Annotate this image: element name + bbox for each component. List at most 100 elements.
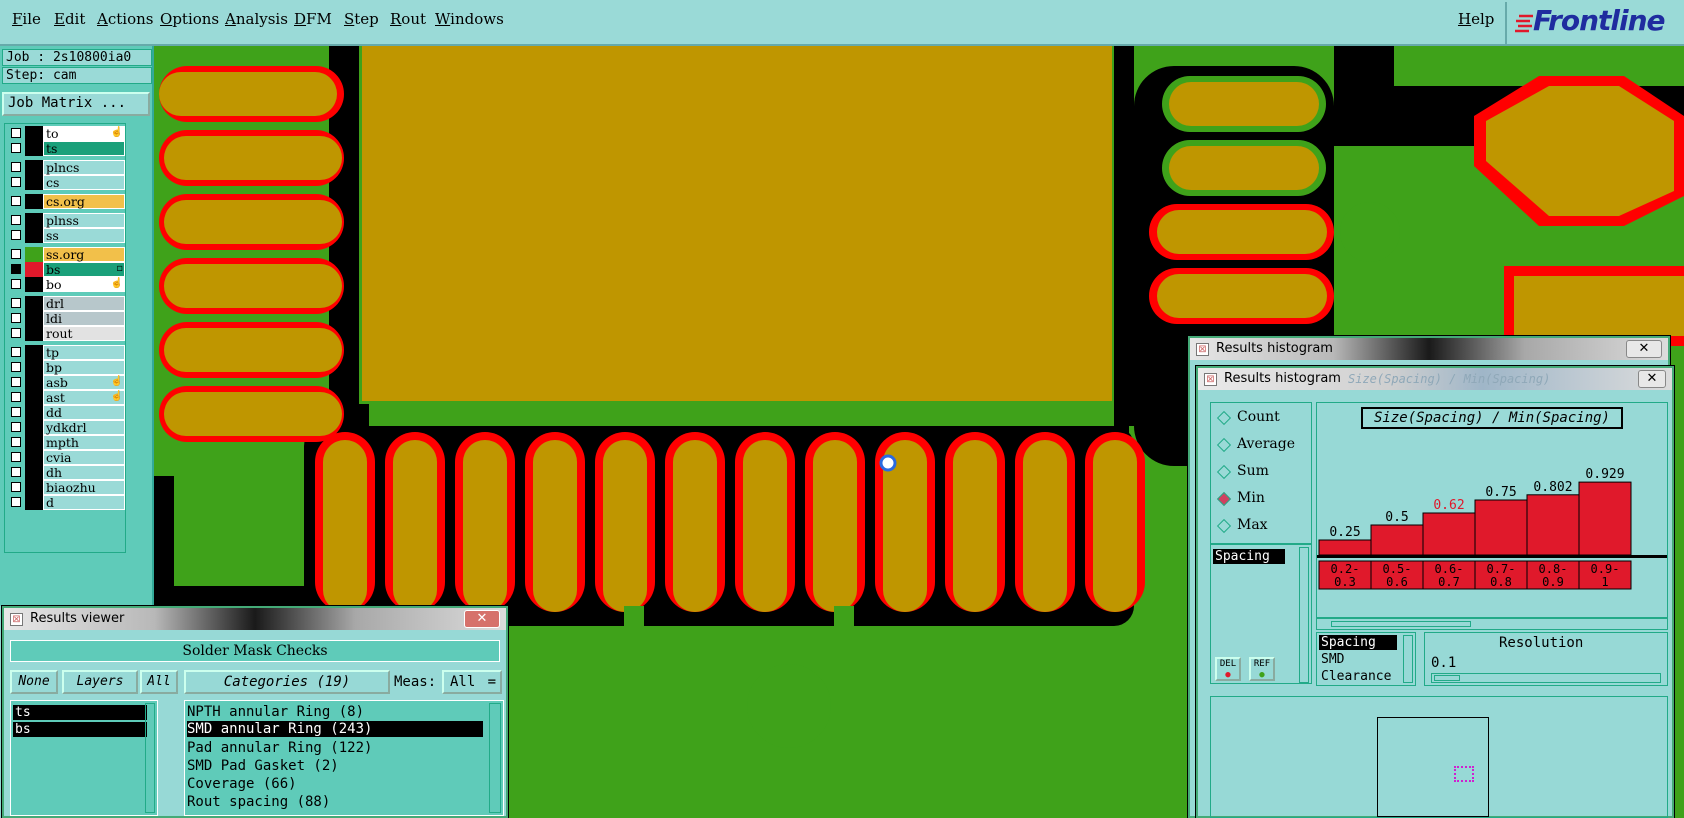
list-item[interactable]: Spacing — [1213, 549, 1285, 564]
scrollbar-thumb[interactable] — [1331, 621, 1471, 627]
menu-analysis[interactable]: Analysis — [225, 10, 288, 28]
layer-row-bp[interactable]: bp — [7, 360, 125, 375]
radio-min[interactable] — [1216, 491, 1232, 507]
scrollbar[interactable] — [1403, 635, 1413, 683]
layer-checkbox[interactable] — [11, 467, 21, 477]
layer-checkbox[interactable] — [11, 128, 21, 138]
list-item[interactable]: Rout spacing (88) — [187, 793, 330, 811]
menu-dfm[interactable]: DFM — [294, 10, 332, 28]
layer-row-drl[interactable]: drl — [7, 296, 125, 311]
scrollbar[interactable] — [145, 703, 155, 813]
close-icon[interactable]: ✕ — [1638, 370, 1666, 388]
categories-button[interactable]: Categories (19) — [184, 670, 390, 694]
histogram-bar[interactable] — [1526, 494, 1580, 556]
layer-row-d[interactable]: d — [7, 495, 125, 510]
resolution-slider[interactable] — [1431, 673, 1661, 683]
menu-options[interactable]: Options — [160, 10, 219, 28]
layer-row-plncs[interactable]: plncs — [7, 160, 125, 175]
layer-checkbox[interactable] — [11, 392, 21, 402]
layer-row-mpth[interactable]: mpth — [7, 435, 125, 450]
radio-sum[interactable] — [1216, 464, 1232, 480]
layer-checkbox[interactable] — [11, 249, 21, 259]
radio-count[interactable] — [1216, 410, 1232, 426]
slider-thumb[interactable] — [1434, 675, 1460, 681]
layer-checkbox[interactable] — [11, 264, 21, 274]
list-item[interactable]: Pad annular Ring (122) — [187, 739, 372, 757]
menu-step[interactable]: Step — [344, 10, 379, 28]
list-item[interactable]: bs — [13, 722, 147, 737]
list-item[interactable]: Clearance — [1321, 669, 1391, 684]
list-item[interactable]: SMD Pad Gasket (2) — [187, 757, 339, 775]
layer-row-cs[interactable]: cs — [7, 175, 125, 190]
layer-row-bs[interactable]: bs ▫ — [7, 262, 125, 277]
layer-checkbox[interactable] — [11, 279, 21, 289]
chart-scrollbar[interactable] — [1316, 618, 1668, 630]
histogram-bar[interactable] — [1370, 524, 1424, 556]
layer-checkbox[interactable] — [11, 313, 21, 323]
menu-rout[interactable]: Rout — [390, 10, 426, 28]
layer-checkbox[interactable] — [11, 407, 21, 417]
layer-row-ast[interactable]: ast ☝ — [7, 390, 125, 405]
layer-row-bo[interactable]: bo ☝ — [7, 277, 125, 292]
layer-row-dh[interactable]: dh — [7, 465, 125, 480]
layer-row-ldi[interactable]: ldi — [7, 311, 125, 326]
layer-checkbox[interactable] — [11, 377, 21, 387]
histogram-bar[interactable] — [1318, 539, 1372, 556]
layer-row-biaozhu[interactable]: biaozhu — [7, 480, 125, 495]
layer-checkbox[interactable] — [11, 196, 21, 206]
list-item[interactable]: Coverage (66) — [187, 775, 297, 793]
close-icon[interactable]: ✕ — [1626, 340, 1662, 358]
scrollbar[interactable] — [1299, 547, 1309, 683]
layer-checkbox[interactable] — [11, 162, 21, 172]
menu-file[interactable]: File — [12, 10, 41, 28]
histogram-bar[interactable] — [1578, 481, 1632, 556]
list-item[interactable]: Spacing — [1319, 635, 1397, 650]
ref-button[interactable]: REF ● — [1249, 657, 1275, 681]
layer-row-to[interactable]: to ☝ — [7, 126, 125, 141]
layer-row-rout[interactable]: rout — [7, 326, 125, 341]
layer-row-ss[interactable]: ss — [7, 228, 125, 243]
none-button[interactable]: None — [10, 670, 58, 694]
results-viewer-titlebar[interactable]: ⊠ Results viewer ✕ — [4, 608, 506, 630]
layer-row-ydkdrl[interactable]: ydkdrl — [7, 420, 125, 435]
layer-row-plnss[interactable]: plnss — [7, 213, 125, 228]
layer-checkbox[interactable] — [11, 437, 21, 447]
all-button[interactable]: All — [140, 670, 178, 694]
layer-checkbox[interactable] — [11, 452, 21, 462]
close-icon[interactable]: ✕ — [464, 610, 500, 628]
layer-row-cvia[interactable]: cvia — [7, 450, 125, 465]
layer-checkbox[interactable] — [11, 215, 21, 225]
meas-select[interactable]: All = — [442, 670, 502, 694]
histogram-bar[interactable] — [1422, 512, 1476, 556]
layer-checkbox[interactable] — [11, 177, 21, 187]
layer-row-tp[interactable]: tp — [7, 345, 125, 360]
menu-edit[interactable]: Edit — [54, 10, 85, 28]
layer-checkbox[interactable] — [11, 362, 21, 372]
layer-row-dd[interactable]: dd — [7, 405, 125, 420]
layer-row-ss.org[interactable]: ss.org — [7, 247, 125, 262]
layer-row-cs.org[interactable]: cs.org — [7, 194, 125, 209]
layer-checkbox[interactable] — [11, 298, 21, 308]
radio-max[interactable] — [1216, 518, 1232, 534]
layer-row-asb[interactable]: asb ☝ — [7, 375, 125, 390]
layer-checkbox[interactable] — [11, 230, 21, 240]
del-button[interactable]: DEL ● — [1215, 657, 1241, 681]
layer-checkbox[interactable] — [11, 143, 21, 153]
histogram-titlebar[interactable]: ⊠ Results histogram Size(Spacing) / Min(… — [1198, 368, 1672, 390]
menu-actions[interactable]: Actions — [97, 10, 153, 28]
list-item[interactable]: ts — [13, 705, 147, 720]
radio-average[interactable] — [1216, 437, 1232, 453]
layer-checkbox[interactable] — [11, 328, 21, 338]
layers-button[interactable]: Layers — [62, 670, 138, 694]
layer-checkbox[interactable] — [11, 497, 21, 507]
histogram-bar[interactable] — [1474, 499, 1528, 556]
layer-checkbox[interactable] — [11, 422, 21, 432]
histogram-back-titlebar[interactable]: ⊠ Results histogram ✕ — [1190, 338, 1668, 360]
layer-checkbox[interactable] — [11, 347, 21, 357]
list-item-selected[interactable]: SMD annular Ring (243) — [187, 721, 483, 737]
list-item[interactable]: SMD — [1321, 652, 1344, 667]
layer-checkbox[interactable] — [11, 482, 21, 492]
menu-help[interactable]: Help — [1458, 10, 1494, 28]
layer-row-ts[interactable]: ts — [7, 141, 125, 156]
list-item[interactable]: NPTH annular Ring (8) — [187, 703, 364, 721]
